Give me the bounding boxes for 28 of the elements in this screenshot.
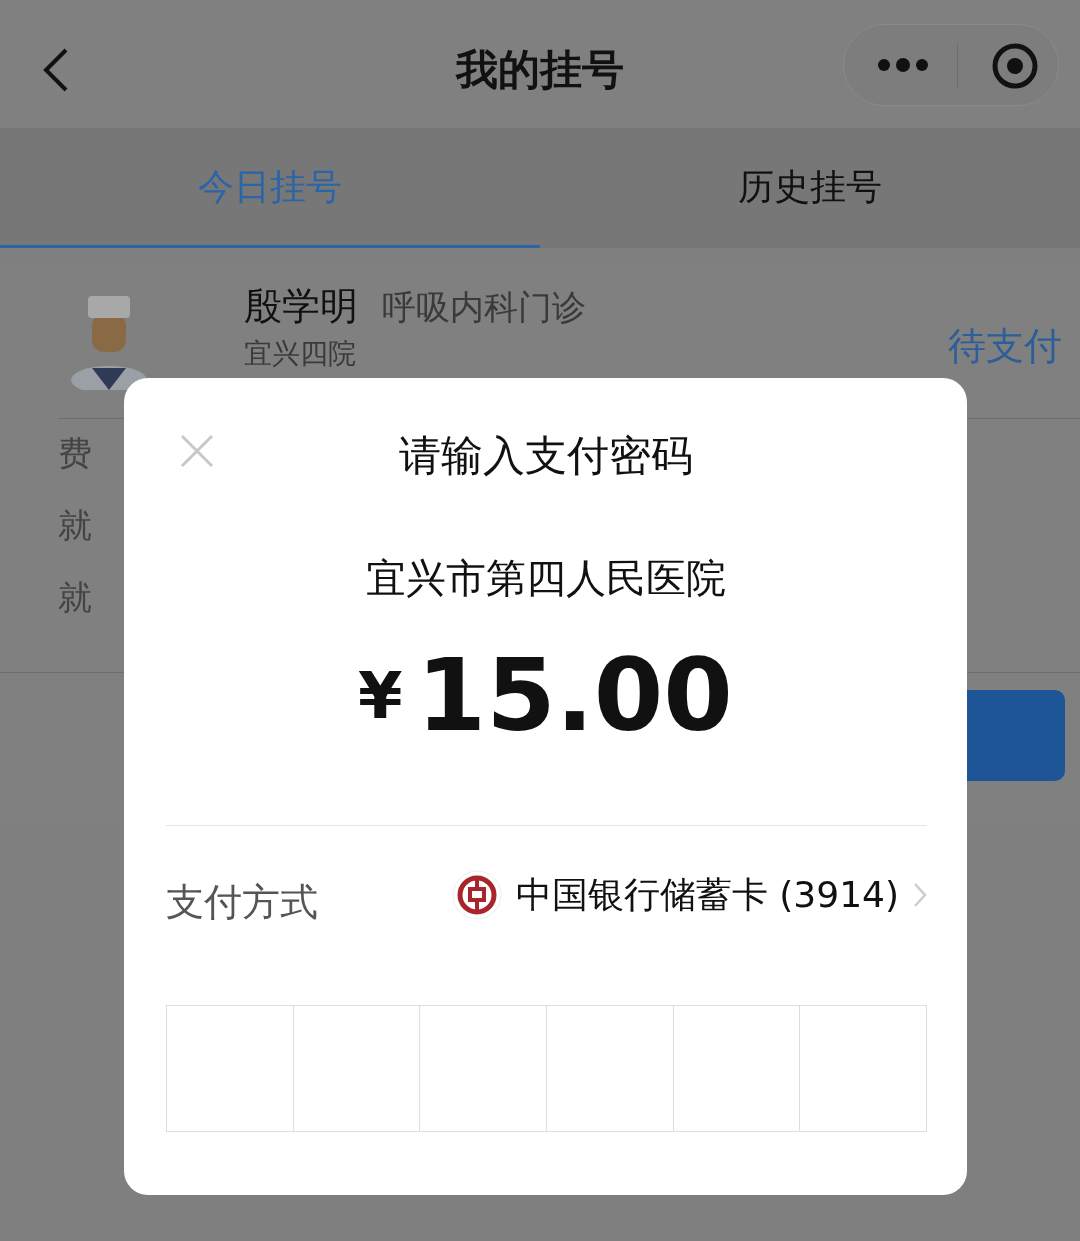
pin-digit-box[interactable]: [419, 1005, 547, 1132]
bank-card-text: 中国银行储蓄卡 (3914): [515, 873, 899, 917]
close-target-icon[interactable]: [991, 42, 1039, 90]
more-icon[interactable]: [876, 56, 930, 74]
pin-digit-box[interactable]: [292, 1005, 421, 1132]
currency-symbol: ¥: [358, 658, 403, 735]
amount-text: 15.00: [416, 646, 733, 746]
payment-method-label: 支付方式: [166, 879, 318, 926]
pin-digit-box[interactable]: [546, 1005, 674, 1132]
merchant-name: 宜兴市第四人民医院: [365, 554, 726, 603]
field-label: 费: [58, 434, 92, 472]
pin-digit-box[interactable]: [672, 1005, 801, 1132]
status-text: 待支付: [948, 323, 1062, 370]
bank-logo-icon: [451, 870, 502, 920]
dialog-title: 请输入支付密码: [398, 430, 693, 482]
pin-digit-box[interactable]: [799, 1005, 928, 1132]
page-title: 我的挂号: [456, 44, 624, 96]
department-text: 呼吸内科门诊: [382, 286, 586, 329]
pin-digit-box[interactable]: [166, 1005, 294, 1132]
field-label: 就: [58, 506, 92, 544]
close-icon[interactable]: [180, 434, 214, 468]
hospital-text: 宜兴四院: [244, 340, 356, 368]
payment-method-selector[interactable]: 中国银行储蓄卡 (3914): [451, 868, 927, 922]
doctor-avatar-icon: [70, 294, 148, 390]
tab[interactable]: 历史挂号: [540, 128, 1080, 248]
doctor-name: 殷学明: [244, 283, 358, 330]
field-label: 就: [58, 578, 92, 616]
chevron-right-icon: [913, 882, 927, 908]
